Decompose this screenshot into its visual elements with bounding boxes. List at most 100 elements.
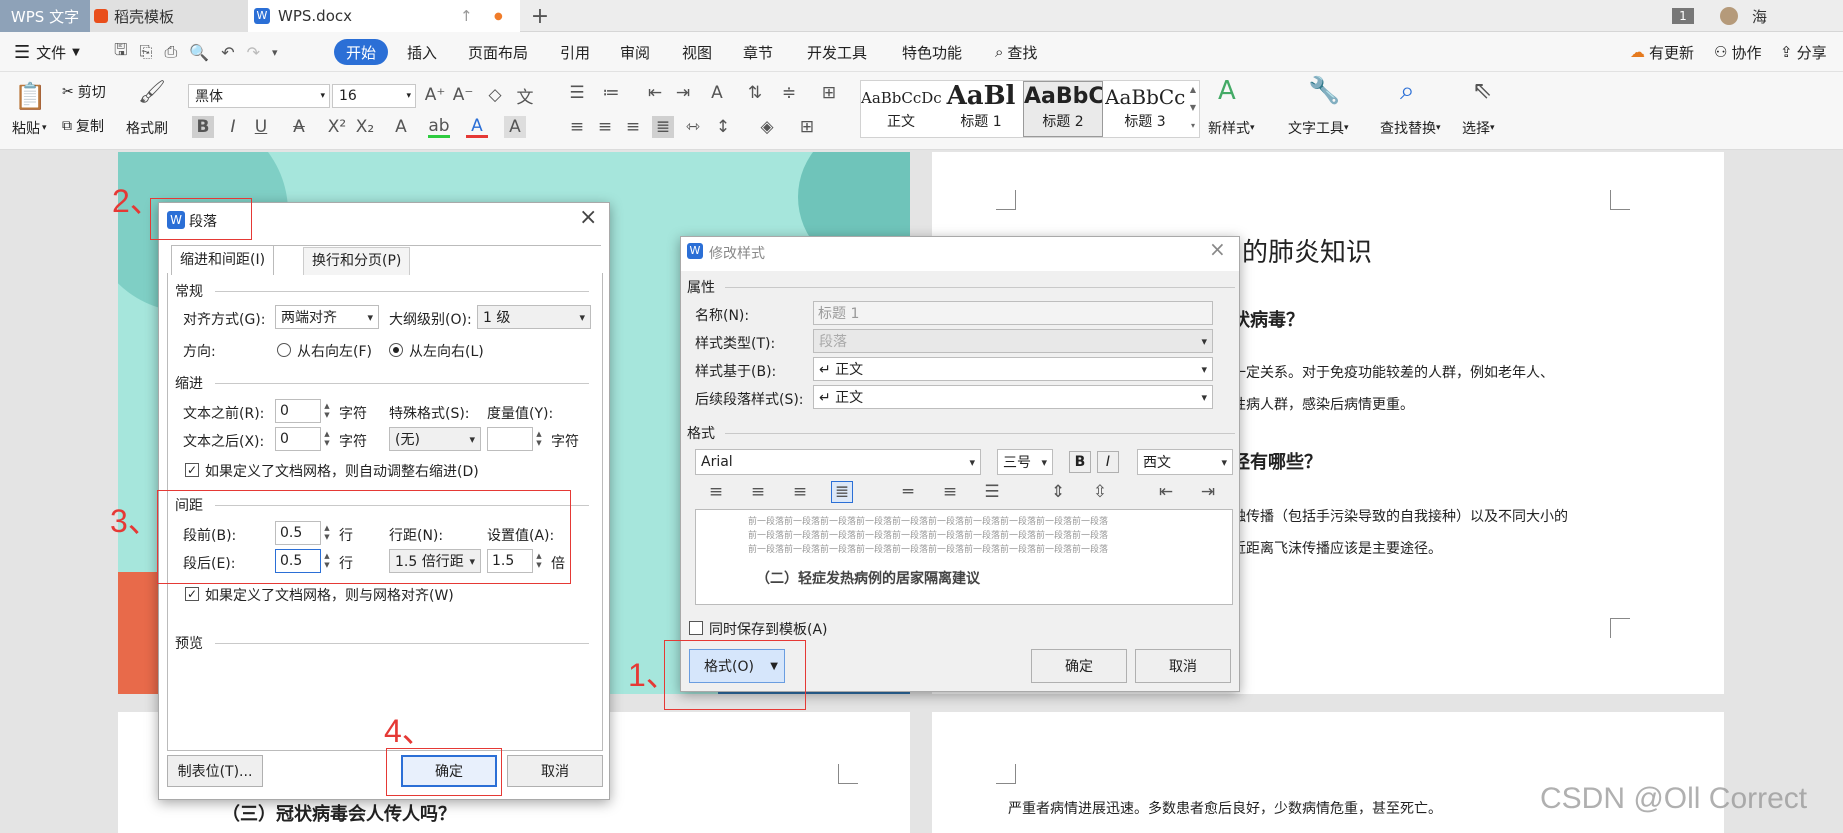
upload-icon[interactable]: ↑ <box>460 7 473 25</box>
close-icon[interactable]: × <box>579 205 597 230</box>
format-painter-button[interactable]: 格式刷 <box>126 118 168 138</box>
print-icon[interactable]: ⎙ <box>164 42 177 62</box>
outline-select[interactable]: 1 级 <box>477 305 591 329</box>
cut-button[interactable]: ✂ 剪切 <box>62 82 106 102</box>
align-justify-icon[interactable]: ≣ <box>652 116 674 138</box>
style-heading-2[interactable]: AaBbC 标题 2 <box>1023 81 1103 137</box>
direction-ltr-radio[interactable] <box>389 343 403 357</box>
style-heading-1[interactable]: AaBl 标题 1 <box>941 81 1021 137</box>
highlight-icon[interactable]: ab <box>428 116 450 138</box>
shrink-font-icon[interactable]: A⁻ <box>452 84 474 106</box>
tab-document[interactable]: W WPS.docx ↑ ● <box>248 0 520 32</box>
paragraph-line[interactable]: 一定关系。对于免疫功能较差的人群，例如老年人、 <box>1232 362 1554 382</box>
ok-button[interactable]: 确定 <box>1031 649 1127 683</box>
tab-template[interactable]: 稻壳模板 <box>90 0 248 32</box>
align-left-icon[interactable]: ≡ <box>566 116 588 138</box>
script-select[interactable]: 西文 <box>1137 449 1233 475</box>
tabs-button[interactable]: 制表位(T)... <box>167 755 263 787</box>
measure-input[interactable] <box>487 427 533 451</box>
close-icon[interactable]: × <box>1209 237 1226 261</box>
align-left-icon[interactable]: ≡ <box>705 481 727 503</box>
tab-dev-tools[interactable]: 开发工具 <box>807 32 867 72</box>
paragraph-line[interactable]: 严重者病情进展迅速。多数患者愈后良好，少数病情危重，甚至死亡。 <box>1008 798 1442 818</box>
new-tab-button[interactable]: + <box>520 0 560 32</box>
redo-icon[interactable]: ↷ <box>247 43 260 62</box>
show-marks-icon[interactable]: ⊞ <box>818 82 840 104</box>
style-scroll[interactable]: ▲ ▼ ▾ <box>1187 81 1199 137</box>
search-menu[interactable]: ⌕ 查找 <box>995 32 1037 72</box>
file-menu[interactable]: ☰ 文件 ▼ <box>14 32 80 72</box>
align-right-icon[interactable]: ≡ <box>622 116 644 138</box>
italic-icon[interactable]: I <box>1097 451 1119 473</box>
distributed-icon[interactable]: ⇿ <box>682 116 704 138</box>
collab-button[interactable]: ⚇ 协作 <box>1714 32 1761 72</box>
new-style-button[interactable]: 新样式 ▾ <box>1208 118 1255 138</box>
align-select[interactable]: 两端对齐 <box>275 305 379 329</box>
align-center-icon[interactable]: ≡ <box>747 481 769 503</box>
more-icon[interactable]: ▾ <box>272 46 278 59</box>
export-icon[interactable]: ⎘ <box>140 42 153 62</box>
font-size-select[interactable]: 16 ▾ <box>332 84 416 108</box>
bold-icon[interactable]: B <box>1069 451 1091 473</box>
shading-icon[interactable]: ◈ <box>756 116 778 138</box>
direction-rtl-radio[interactable] <box>277 343 291 357</box>
size-select[interactable]: 三号 <box>997 449 1053 475</box>
font-color-icon[interactable]: A <box>466 116 488 138</box>
paste-button[interactable]: 粘贴 ▾ <box>12 118 47 138</box>
align-right-icon[interactable]: ≡ <box>789 481 811 503</box>
tab-review[interactable]: 审阅 <box>620 32 650 72</box>
bold-icon[interactable]: B <box>192 116 214 138</box>
increase-indent-icon[interactable]: ⇥ <box>1197 481 1219 503</box>
before-text-input[interactable]: 0 <box>275 399 321 423</box>
double-spacing-icon[interactable]: ☰ <box>981 481 1003 503</box>
number-list-icon[interactable]: ≔ <box>600 82 622 104</box>
cancel-button[interactable]: 取消 <box>507 755 603 787</box>
text-effect-icon[interactable]: A <box>390 116 412 138</box>
select-button[interactable]: 选择 ▾ <box>1462 118 1495 138</box>
bullet-list-icon[interactable]: ☰ <box>566 82 588 104</box>
tab-special[interactable]: 特色功能 <box>902 32 962 72</box>
special-select[interactable]: (无) <box>389 427 481 451</box>
superscript-icon[interactable]: X² <box>326 116 348 138</box>
update-button[interactable]: ☁ 有更新 <box>1630 32 1694 72</box>
unit-char[interactable]: 字符 <box>551 431 579 451</box>
align-justify-icon[interactable]: ≣ <box>831 481 853 503</box>
avatar[interactable] <box>1720 7 1738 25</box>
chinese-layout-icon[interactable]: A <box>706 82 728 104</box>
spinner[interactable]: ▲ ▼ <box>533 427 545 451</box>
tab-indent-spacing[interactable]: 缩进和间距(I) <box>171 245 275 275</box>
tab-insert[interactable]: 插入 <box>407 32 437 72</box>
single-spacing-icon[interactable]: ═ <box>897 481 919 503</box>
decrease-indent-icon[interactable]: ⇤ <box>1155 481 1177 503</box>
unit-char[interactable]: 字符 <box>339 403 367 423</box>
paste-icon[interactable]: 📋 <box>14 82 46 112</box>
sort-icon[interactable]: ⇅ <box>744 82 766 104</box>
font-family-select[interactable]: 黑体 ▾ <box>188 84 330 108</box>
based-on-select[interactable]: ↵ 正文 <box>813 357 1213 381</box>
decrease-indent-icon[interactable]: ⇤ <box>644 82 666 104</box>
tab-reference[interactable]: 引用 <box>560 32 590 72</box>
next-style-select[interactable]: ↵ 正文 <box>813 385 1213 409</box>
one-half-spacing-icon[interactable]: ≡ <box>939 481 961 503</box>
paragraph-spacing-icon[interactable]: ↕ <box>712 116 734 138</box>
save-template-checkbox[interactable] <box>689 621 703 635</box>
align-center-icon[interactable]: ≡ <box>594 116 616 138</box>
tab-start[interactable]: 开始 <box>334 39 388 65</box>
grow-font-icon[interactable]: A⁺ <box>424 84 446 106</box>
unit-char[interactable]: 字符 <box>339 431 367 451</box>
grid-align-checkbox[interactable]: ✓ <box>185 587 199 601</box>
paragraph-line[interactable]: 性病人群，感染后病情更重。 <box>1232 394 1414 414</box>
save-icon[interactable]: 🖫 <box>114 39 128 66</box>
spinner[interactable]: ▲ ▼ <box>321 427 333 451</box>
underline-icon[interactable]: U <box>250 116 272 138</box>
spinner[interactable]: ▲ ▼ <box>321 399 333 423</box>
increase-indent-icon[interactable]: ⇥ <box>672 82 694 104</box>
after-text-input[interactable]: 0 <box>275 427 321 451</box>
heading-2[interactable]: 径有哪些？ <box>1232 448 1322 474</box>
strikethrough-icon[interactable]: A <box>288 116 310 138</box>
cancel-button[interactable]: 取消 <box>1135 649 1231 683</box>
grid-indent-checkbox[interactable]: ✓ <box>185 463 199 477</box>
increase-spacing-icon[interactable]: ⇕ <box>1047 481 1069 503</box>
copy-button[interactable]: ⧉ 复制 <box>62 116 104 136</box>
subscript-icon[interactable]: X₂ <box>354 116 376 138</box>
